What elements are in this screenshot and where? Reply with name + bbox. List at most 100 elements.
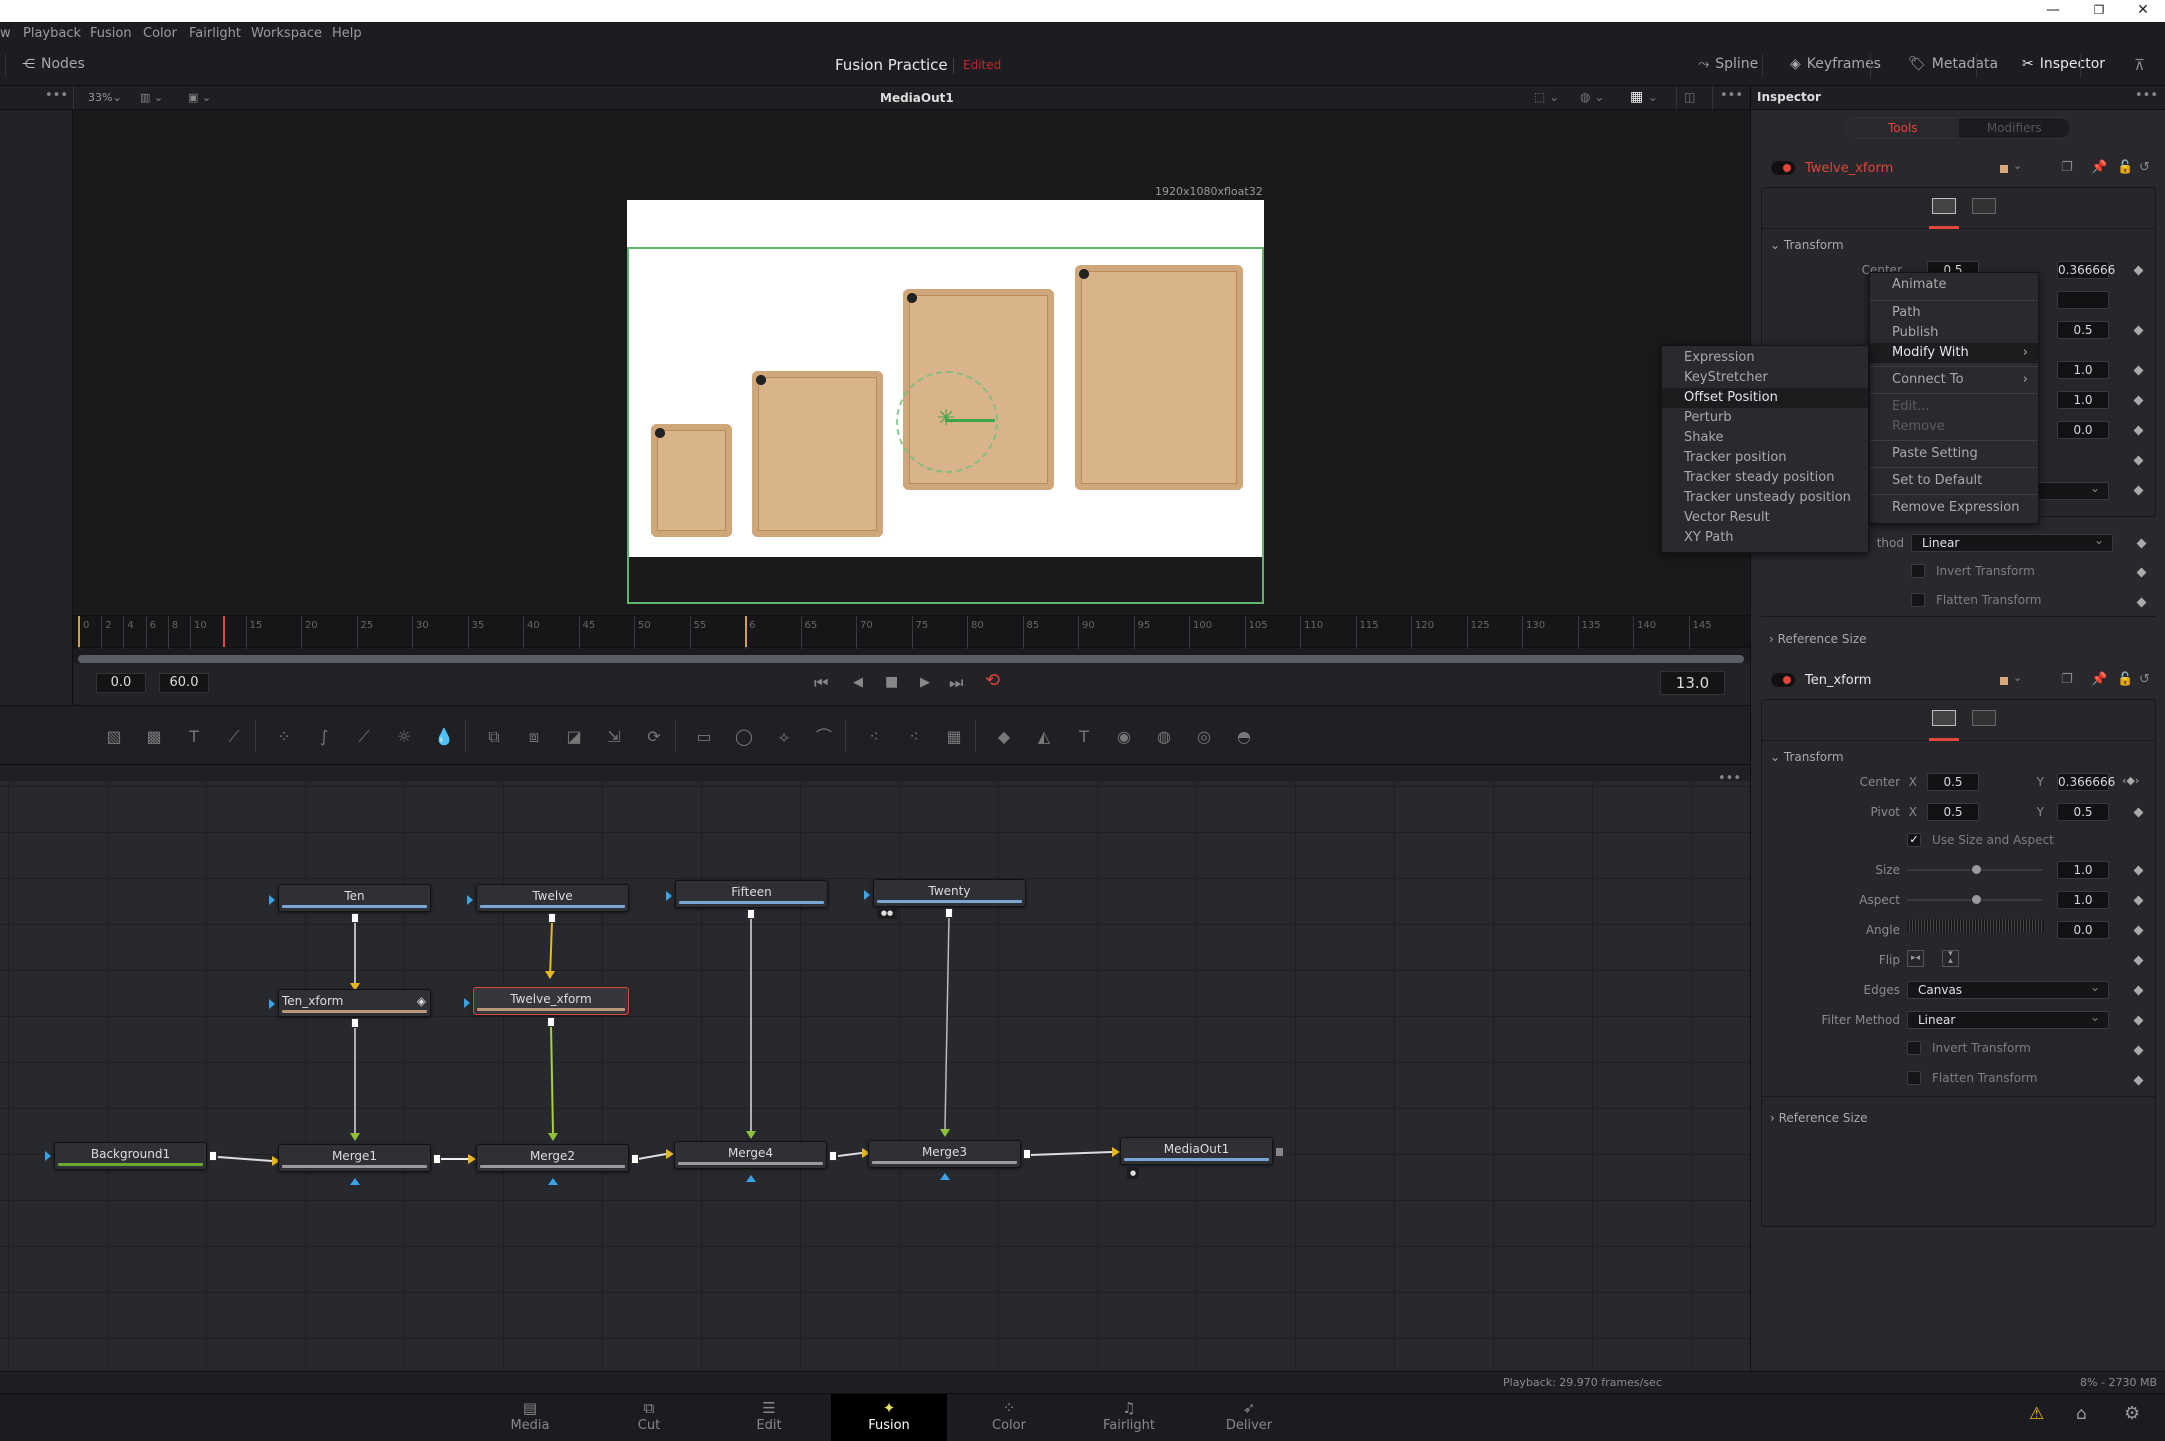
playhead[interactable] [223,616,226,647]
size-slider-knob[interactable] [1972,865,1981,874]
node-twelve-xform[interactable]: Twelve_xform [473,987,629,1015]
keyframe-nav-icon[interactable]: ‹◆› [2122,774,2139,787]
node-output-fifteen[interactable] [747,909,755,919]
node-ten-xform[interactable]: Ten_xform ◈ [278,989,431,1017]
invert-transform-checkbox[interactable] [1907,1041,1921,1055]
submenu-item-vector-result[interactable]: Vector Result [1662,508,1868,528]
tab-modifiers[interactable]: Modifiers [1959,118,2071,138]
submenu-item-perturb[interactable]: Perturb [1662,408,1868,428]
node-ten[interactable]: Ten [278,884,431,912]
play-button[interactable]: ▶ [920,675,930,690]
chevron-down-icon[interactable]: ⌄ [2013,159,2022,172]
node-output-ten-xform[interactable] [351,1018,359,1028]
keyframe-icon[interactable] [2133,1045,2144,1056]
merge-icon[interactable]: ⧉ [483,726,505,748]
node-output-twelve-xform[interactable] [547,1017,555,1027]
keyframe-icon[interactable] [2133,1015,2144,1026]
channel-booleans-icon[interactable]: ⧈ [523,726,545,748]
restore-button[interactable]: ❐ [2076,0,2122,22]
page-edit[interactable]: ☰ Edit [711,1394,827,1441]
size-field[interactable]: 1.0 [2057,361,2109,379]
node-merge4[interactable]: Merge4 [674,1141,827,1169]
viewer-options-icon[interactable]: ••• [45,88,68,103]
color-corrector-icon[interactable]: ⁘ [273,726,295,748]
page-fusion[interactable]: ✦ Fusion [831,1394,947,1441]
metadata-button[interactable]: 🏷 Metadata [1908,56,1998,72]
keyframe-icon[interactable] [2133,365,2144,376]
menu-playback[interactable]: Playback [23,26,81,41]
angle-field[interactable]: 0.0 [2057,921,2109,939]
tab-tools[interactable]: Tools [1847,118,1959,138]
viewer-zoom-select[interactable]: 33%⌄ [88,91,122,104]
edges-dropdown[interactable]: Canvas [1907,979,2109,999]
node-input-background1[interactable] [45,1151,51,1161]
section-reference-size[interactable]: › Reference Size [1769,632,1867,646]
background-icon[interactable]: ▧ [103,726,125,748]
pin-icon[interactable]: 📌 [2091,160,2107,175]
warning-icon[interactable]: ⚠ [2029,1404,2044,1424]
viewer-layout-icon[interactable]: ▥ ⌄ [140,91,163,104]
spline-button[interactable]: ⤳ Spline [1698,56,1758,72]
versions-icon[interactable]: ❐ [2061,672,2073,687]
viewer-roi-icon[interactable]: ▣ ⌄ [188,91,211,104]
render-start-field[interactable]: 0.0 [96,673,146,693]
stop-button[interactable]: ■ [885,674,898,690]
submenu-item-xy-path[interactable]: XY Path [1662,528,1868,548]
grid-icon[interactable]: ▦ ⌄ [1630,89,1658,105]
submenu-item-keystretcher[interactable]: KeyStretcher [1662,368,1868,388]
center-y-field[interactable]: 0.366666 [2057,773,2115,791]
node-mediaout1[interactable]: MediaOut1 [1120,1137,1273,1165]
timeline-scrollbar[interactable] [78,655,1744,663]
menu-view[interactable]: w [0,26,11,41]
versions-icon[interactable]: ❐ [2061,160,2073,175]
safe-frame-icon[interactable]: ⬚ ⌄ [1534,90,1559,104]
node-output-mediaout1[interactable] [1276,1148,1283,1156]
node-input-twenty[interactable] [864,890,870,900]
fast-noise-icon[interactable]: ▩ [143,726,165,748]
tool-color-swatch[interactable] [2000,677,2008,685]
node-background1[interactable]: Background1 [54,1142,207,1170]
renderer3d-icon[interactable]: ◍ [1153,726,1175,748]
keyframe-icon[interactable] [2133,807,2144,818]
node-fifteen[interactable]: Fifteen [675,880,828,908]
section-transform[interactable]: ⌄ Transform [1770,750,1844,764]
menu-item-remove-expression[interactable]: Remove Expression [1870,498,2038,518]
node-input-ten[interactable] [269,895,275,905]
node-merge2[interactable]: Merge2 [476,1144,629,1172]
page-fairlight[interactable]: ♫ Fairlight [1071,1394,1187,1441]
ellipse-mask-icon[interactable]: ◯ [733,726,755,748]
pivot-x-field-partial[interactable] [2057,291,2109,309]
paint-icon[interactable]: ⟋ [223,726,245,748]
filter-method-dropdown[interactable]: Linear [1911,532,2113,552]
flatten-transform-checkbox[interactable] [1907,1071,1921,1085]
submenu-item-tracker-steady[interactable]: Tracker steady position [1662,468,1868,488]
bspline-mask-icon[interactable]: ⌒ [813,726,835,748]
go-to-start-button[interactable]: ⏮ [814,673,828,693]
pimage-icon[interactable]: ▦ [943,726,965,748]
angle-field[interactable]: 0.0 [2057,421,2109,439]
menu-color[interactable]: Color [143,26,177,41]
render-start-marker[interactable] [78,616,80,647]
menu-item-publish[interactable]: Publish [1870,323,2038,343]
submenu-item-expression[interactable]: Expression [1662,348,1868,368]
tool-color-swatch[interactable] [2000,165,2008,173]
controls-tab-icon[interactable] [1932,198,1956,214]
filter-method-dropdown[interactable]: Linear [1907,1009,2109,1029]
settings-tab-icon[interactable] [1972,198,1996,214]
page-media[interactable]: ▤ Media [472,1394,588,1441]
merge3d-icon[interactable]: ◭ [1033,726,1055,748]
node-output-twenty[interactable] [945,908,953,918]
menu-item-modify-with[interactable]: Modify With › [1870,343,2038,363]
section-reference-size[interactable]: › Reference Size [1770,1111,1868,1125]
node-output-twelve[interactable] [548,913,556,923]
menu-item-paste-setting[interactable]: Paste Setting [1870,444,2038,464]
shape3d-icon[interactable]: ◆ [993,726,1015,748]
node-output-merge1[interactable] [433,1154,441,1164]
inspector-options-icon[interactable]: ••• [2135,88,2158,103]
resize-icon[interactable]: ⇲ [603,726,625,748]
blur-icon[interactable]: 💧 [433,726,455,748]
size-field[interactable]: 1.0 [2057,861,2109,879]
keyframe-icon[interactable] [2133,325,2144,336]
inspector-button[interactable]: ✂ Inspector [2022,56,2105,72]
viewer-indicator-icon[interactable]: ●● [877,908,897,919]
